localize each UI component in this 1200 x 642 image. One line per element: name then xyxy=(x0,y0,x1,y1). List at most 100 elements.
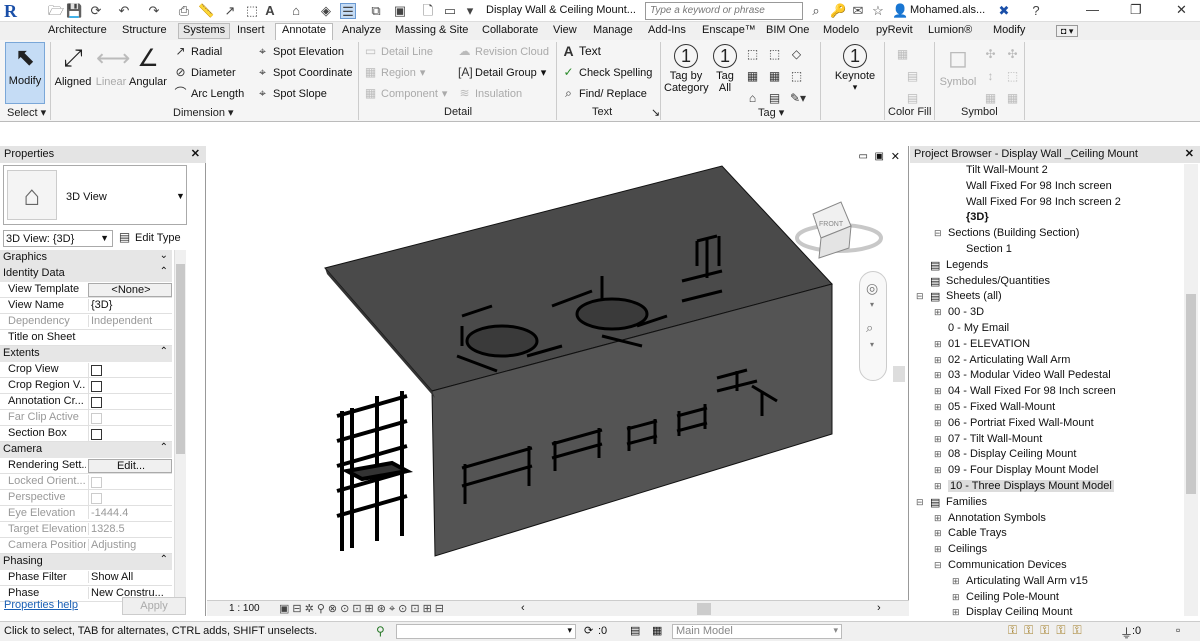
expand-icon[interactable]: ⊞ xyxy=(934,418,942,429)
panel-tag-label[interactable]: Tag ▾ xyxy=(758,106,784,119)
properties-help-link[interactable]: Properties help xyxy=(4,599,78,611)
crop-region-checkbox[interactable] xyxy=(91,381,102,392)
user-icon[interactable]: 👤 xyxy=(892,3,908,19)
minimize-icon[interactable]: — xyxy=(1086,2,1099,17)
aligned-dimension-icon[interactable]: ↗ xyxy=(222,3,238,19)
exchange-icon[interactable]: ✖ xyxy=(996,3,1012,19)
arc-length-button[interactable]: ⌒ Arc Length xyxy=(174,87,244,100)
browser-item[interactable]: ⊞ Annotation Symbols xyxy=(910,512,1182,527)
expand-icon[interactable]: ⊞ xyxy=(934,544,942,555)
tab-modelo[interactable]: Modelo xyxy=(823,24,859,36)
material-tag-icon[interactable]: ⬚ xyxy=(768,48,781,61)
save-icon[interactable]: 💾 xyxy=(66,3,82,19)
prop-crop-region[interactable]: Crop Region V... xyxy=(0,378,172,395)
browser-item[interactable]: ⊞ Display Ceiling Mount xyxy=(910,606,1182,616)
tab-lumion[interactable]: Lumion® xyxy=(928,24,972,36)
detail-line-button[interactable]: ▭ Detail Line xyxy=(364,45,433,58)
prop-view-name[interactable]: View Name {3D} xyxy=(0,298,172,314)
browser-item[interactable]: ⊞ Ceilings xyxy=(910,543,1182,558)
stair-path-icon[interactable]: ⌂ xyxy=(746,92,759,105)
tag-all-button[interactable]: 1 Tag All xyxy=(710,44,740,94)
expand-icon[interactable]: ⊞ xyxy=(934,449,942,460)
hidden-icon[interactable]: ▫ xyxy=(1176,623,1180,637)
crop-view-checkbox[interactable] xyxy=(91,365,102,376)
design-option-dropdown[interactable]: Main Model ▾ xyxy=(672,624,842,639)
expand-icon[interactable]: ⊞ xyxy=(952,576,960,587)
area-reinforcement-icon[interactable]: ⬚ xyxy=(1006,70,1019,83)
close-icon[interactable]: ✕ xyxy=(1185,147,1194,160)
properties-scrollbar[interactable] xyxy=(174,250,186,602)
subscription-icon[interactable]: 🔑 xyxy=(830,3,846,19)
text-settings-arrow[interactable]: ↘ xyxy=(651,106,660,119)
expand-icon[interactable]: ⊞ xyxy=(934,386,942,397)
user-name[interactable]: Mohamed.als... xyxy=(910,4,985,16)
panel-select-label[interactable]: Select ▾ xyxy=(7,106,46,119)
view-name-value[interactable]: {3D} xyxy=(88,299,172,311)
browser-item[interactable]: ⊞ 00 - 3D xyxy=(910,306,1182,321)
worksets-icon[interactable]: ⚲ xyxy=(376,624,385,638)
app-menu-button[interactable]: R xyxy=(4,1,34,21)
browser-item[interactable]: Wall Fixed For 98 Inch screen 2 xyxy=(910,196,1182,211)
browser-item[interactable]: ⊞ Articulating Wall Arm v15 xyxy=(910,575,1182,590)
spot-elevation-button[interactable]: ⌖ Spot Elevation xyxy=(256,45,344,58)
color-fill-legend-icon[interactable]: ▦ xyxy=(896,48,909,61)
region-button[interactable]: ▦ Region ▾ xyxy=(364,66,426,80)
area-tag-icon[interactable]: ◇ xyxy=(790,48,803,61)
print-icon[interactable]: ⎙ xyxy=(176,3,192,19)
browser-item[interactable]: ⊟ Communication Devices xyxy=(910,559,1182,574)
redo-icon[interactable]: ↷ xyxy=(146,3,162,19)
browser-item[interactable]: ⊞ 10 - Three Displays Mount Model xyxy=(910,480,1182,495)
span-direction-icon[interactable]: ✣ xyxy=(984,48,997,61)
group-identity[interactable]: Identity Data ⌃ xyxy=(0,266,172,282)
apply-button[interactable]: Apply xyxy=(122,597,186,615)
close-hidden-icon[interactable]: ⧉ xyxy=(368,3,384,19)
prop-rendering[interactable]: Rendering Sett... Edit... xyxy=(0,458,172,474)
expand-icon[interactable]: ⊞ xyxy=(934,402,942,413)
rendering-edit-button[interactable]: Edit... xyxy=(88,459,172,473)
horizontal-scroll-thumb[interactable] xyxy=(697,603,711,615)
open-icon[interactable]: 🗁 xyxy=(48,3,64,19)
tab-analyze[interactable]: Analyze xyxy=(342,24,381,36)
measure-icon[interactable]: 📏 xyxy=(198,3,214,19)
tag-by-category-button[interactable]: 1 Tag by Category xyxy=(664,44,709,94)
spot-coordinate-button[interactable]: ⌖ Spot Coordinate xyxy=(256,66,352,79)
tab-annotate[interactable]: Annotate xyxy=(275,23,334,40)
revision-cloud-button[interactable]: ☁ Revision Cloud xyxy=(458,45,549,58)
favorites-icon[interactable]: ☆ xyxy=(870,3,886,19)
tab-modify[interactable]: Modify xyxy=(993,24,1025,36)
expand-icon[interactable]: ⊞ xyxy=(934,307,942,318)
sync-icon[interactable]: ⟳ xyxy=(88,3,104,19)
linear-button[interactable]: ⟷ Linear xyxy=(94,44,131,88)
help-icon[interactable]: ? xyxy=(1028,3,1044,19)
thin-lines-icon[interactable]: ☰ xyxy=(340,3,356,19)
phase-filter-value[interactable]: Show All xyxy=(88,571,172,583)
prop-annotation-crop[interactable]: Annotation Cr... xyxy=(0,394,172,411)
tag-icon[interactable]: ⬚ xyxy=(244,3,260,19)
browser-scrollbar[interactable] xyxy=(1184,164,1198,616)
annotation-crop-checkbox[interactable] xyxy=(91,397,102,408)
aligned-button[interactable]: ⤢ Aligned xyxy=(54,44,92,88)
browser-item[interactable]: ⊞ 02 - Articulating Wall Arm xyxy=(910,354,1182,369)
communication-icon[interactable]: ✉ xyxy=(850,3,866,19)
find-replace-button[interactable]: ⌕ Find/ Replace xyxy=(562,87,647,100)
steering-wheel-icon[interactable]: ◎ xyxy=(866,280,878,297)
angular-button[interactable]: ∠ Angular xyxy=(128,44,168,88)
expand-icon[interactable]: ⊞ xyxy=(952,592,960,603)
insulation-button[interactable]: ≋ Insulation xyxy=(458,87,522,100)
navigation-bar[interactable]: ◎ ▾ ⌕ ▾ xyxy=(859,271,887,381)
design-options-icon[interactable]: ▤ xyxy=(630,624,640,637)
chevron-down-icon[interactable]: ▾ xyxy=(870,300,874,309)
browser-item[interactable]: ⊞ 08 - Display Ceiling Mount xyxy=(910,448,1182,463)
tab-architecture[interactable]: Architecture xyxy=(48,24,107,36)
multi-category-tag-icon[interactable]: ⬚ xyxy=(790,70,803,83)
panel-dimension-label[interactable]: Dimension ▾ xyxy=(173,106,234,119)
instance-selector[interactable]: 3D View: {3D} ▼ xyxy=(3,230,113,247)
3d-viewport[interactable]: ▭ ▣ ✕ FRONT ◎ ▾ ⌕ ▾ xyxy=(207,146,909,616)
browser-item[interactable]: Section 1 xyxy=(910,243,1182,258)
tab-enscape[interactable]: Enscape™ xyxy=(702,24,756,36)
browser-item[interactable]: ▤ Legends xyxy=(910,259,1182,274)
viewcube[interactable]: FRONT xyxy=(795,201,883,259)
check-spelling-button[interactable]: ✓ Check Spelling xyxy=(562,66,652,79)
beam-annotations-icon[interactable]: ⬚ xyxy=(746,48,759,61)
selection-toggle-icons[interactable]: ⚿⚿⚿⚿⚿ xyxy=(1008,623,1089,638)
